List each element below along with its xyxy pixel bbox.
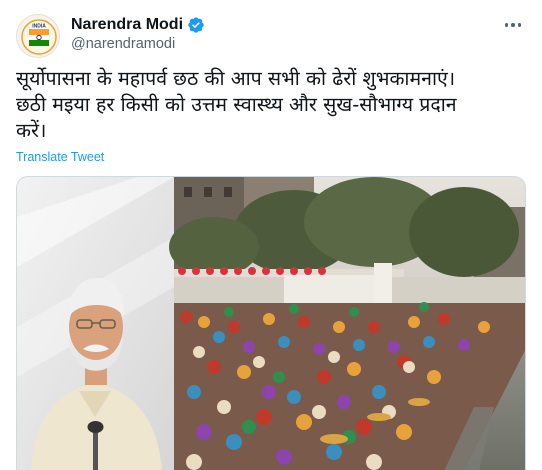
more-options-icon[interactable] — [498, 14, 528, 36]
display-name[interactable]: Narendra Modi — [71, 16, 183, 34]
tweet-text: सूर्योपासना के महापर्व छठ की आप सभी को ढ… — [16, 66, 526, 144]
avatar-logo-icon: INDIA — [17, 15, 59, 57]
user-handle[interactable]: @narendramodi — [71, 36, 175, 52]
tweet-text-line-2: छठी मइया हर किसी को उत्तम स्वास्थ्य और स… — [16, 93, 457, 116]
chhath-crowd-photo — [169, 177, 525, 470]
verified-badge-icon — [187, 16, 205, 34]
tweet-text-line-1: सूर्योपासना के महापर्व छठ की आप सभी को ढ… — [16, 67, 456, 90]
tweet-media-image[interactable] — [16, 176, 526, 470]
user-avatar[interactable]: INDIA — [16, 14, 60, 58]
portrait-panel — [17, 177, 174, 470]
avatar-badge-text: INDIA — [32, 24, 46, 30]
tweet-card[interactable]: INDIA Narendra Modi @narendramodi सूर्यो… — [0, 0, 542, 470]
translate-tweet-link[interactable]: Translate Tweet — [16, 150, 104, 164]
tweet-text-line-3: करें। — [16, 119, 47, 142]
